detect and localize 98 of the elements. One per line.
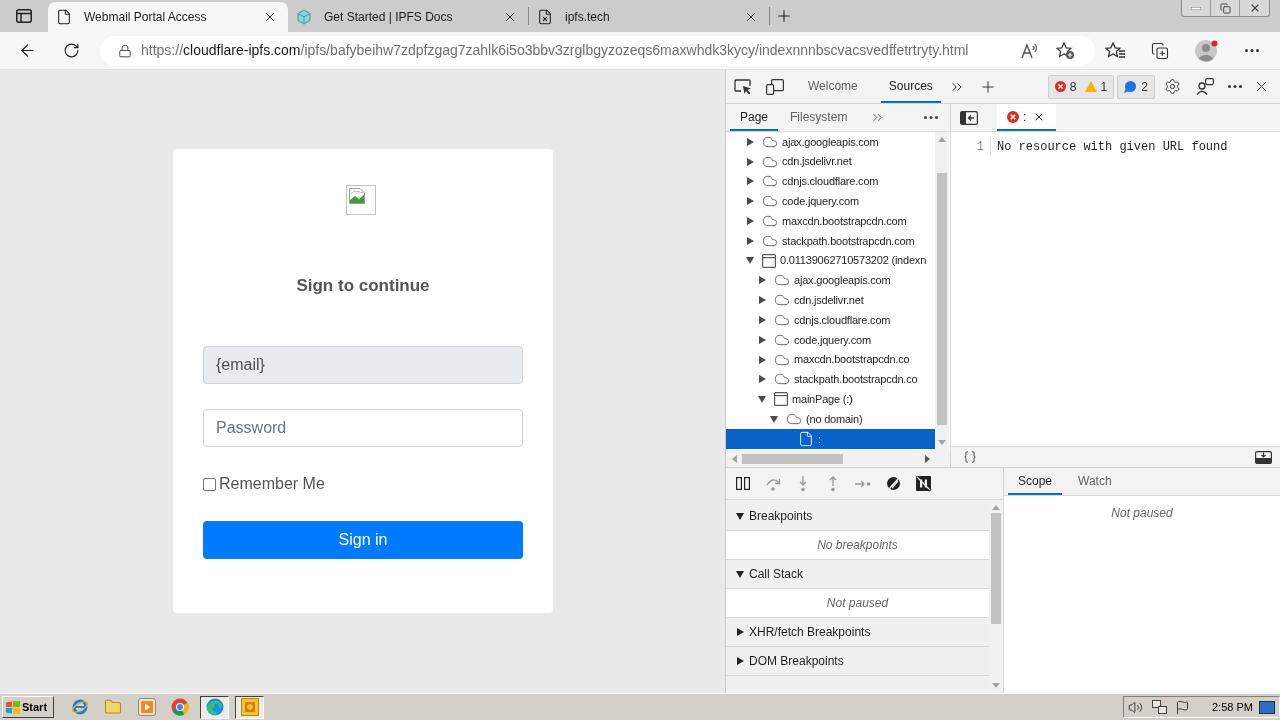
tree-item[interactable]: 0.01139062710573202 (indexn xyxy=(726,250,935,271)
star-plus-icon xyxy=(1055,41,1075,60)
avatar-icon xyxy=(1195,38,1219,63)
remember-checkbox[interactable] xyxy=(203,477,216,491)
url-text: https://cloudflare-ipfs.com/ipfs/bafybeihw7zdpfzgag7zahlk6i5o3bbv3zrglbgyzozeqs6maxwhdk3kycy/indexnnnbscvacsvedffetrtryty.html xyxy=(141,41,969,60)
scrollbar-thumb[interactable] xyxy=(937,173,947,425)
step-over-icon xyxy=(765,476,781,491)
taskbar-app-button[interactable] xyxy=(200,695,229,719)
tree-item[interactable]: maxcdn.bootstrapcdn.com xyxy=(726,211,935,231)
media-player-icon xyxy=(138,698,156,716)
empty-message: Not paused xyxy=(1111,505,1173,522)
start-logo-icon xyxy=(6,700,20,714)
devices-icon xyxy=(766,78,784,95)
panel-tab[interactable]: Page xyxy=(730,104,779,131)
address-bar[interactable]: https://cloudflare-ipfs.com/ipfs/bafybeihw7zdpfzgag7zahlk6i5o3bbv3zrglbgyzozeqs6maxwhdk3kycy/indexnnnbscvacsvedffetrtryty.html xyxy=(100,35,1095,66)
issues-button[interactable]: 8 1 xyxy=(1047,74,1115,99)
flag-icon xyxy=(1175,699,1190,715)
round-logo-icon xyxy=(171,698,189,716)
clock: 2:58 PM xyxy=(1212,699,1253,715)
step-icon xyxy=(855,478,871,489)
password-field[interactable]: Password xyxy=(203,409,523,447)
remember-label: Remember Me xyxy=(219,474,325,494)
inspect-icon xyxy=(734,78,752,95)
speaker-icon xyxy=(1128,699,1143,715)
minimize-icon xyxy=(1191,6,1201,10)
taskbar-app-button[interactable] xyxy=(235,695,264,719)
sign-in-heading: Sign to continue xyxy=(295,275,431,297)
close-icon xyxy=(503,10,517,24)
slashed-circle-icon xyxy=(885,476,901,491)
code-line: No resource with given URL found xyxy=(996,138,1228,156)
reload-icon xyxy=(62,42,80,59)
browser-e-icon xyxy=(71,698,89,716)
drawer-icon xyxy=(1254,450,1272,464)
more-icon xyxy=(1227,85,1242,88)
panel-tab[interactable]: Watch xyxy=(1068,468,1122,495)
message-icon xyxy=(1124,80,1137,93)
plus-icon xyxy=(775,7,793,25)
pause-exceptions-icon xyxy=(915,476,931,491)
window-icon xyxy=(762,253,776,268)
tree-item[interactable]: ajax.googleapis.com xyxy=(726,270,935,291)
tree-item[interactable]: : xyxy=(726,428,935,449)
show-desktop-icon xyxy=(1259,700,1275,714)
scrollbar-thumb[interactable] xyxy=(991,513,1001,624)
file-icon xyxy=(798,430,814,447)
collections-icon xyxy=(1151,41,1169,60)
settings-icon xyxy=(1164,78,1182,95)
scrollbar-thumb[interactable] xyxy=(742,453,843,464)
more-icon xyxy=(1245,49,1259,52)
close-icon xyxy=(263,10,277,24)
tree-item[interactable]: ajax.googleapis.com xyxy=(726,132,935,152)
window-menu-icon xyxy=(16,9,32,23)
sign-in-button[interactable]: Sign in xyxy=(203,521,523,559)
panel-tab[interactable]: Filesystem xyxy=(780,104,858,131)
warning-icon xyxy=(1084,81,1097,92)
tree-item[interactable]: cdn.jsdelivr.net xyxy=(726,290,935,311)
tree-item[interactable]: cdn.jsdelivr.net xyxy=(726,151,935,172)
swirl-logo-icon xyxy=(205,698,224,716)
start-button[interactable]: Start xyxy=(2,696,54,718)
panel-tab[interactable]: Welcome xyxy=(800,70,866,103)
line-number: 1 xyxy=(951,137,991,156)
empty-message: No breakpoints xyxy=(726,531,989,560)
show-drawer-button[interactable] xyxy=(1252,448,1274,466)
editor-tab[interactable]: : xyxy=(997,104,1057,131)
page-icon xyxy=(56,9,72,25)
tree-item[interactable]: mainPage (:) xyxy=(726,389,935,410)
messages-button[interactable]: 2 xyxy=(1117,74,1155,99)
network-icon xyxy=(1152,699,1168,715)
restore-icon xyxy=(1219,2,1231,14)
tree-item[interactable]: cdnjs.cloudflare.com xyxy=(726,171,935,192)
tree-item[interactable]: (no domain) xyxy=(726,409,935,429)
tree-item[interactable]: cdnjs.cloudflare.com xyxy=(726,310,935,330)
more-icon xyxy=(924,116,938,119)
step-out-icon xyxy=(828,475,838,492)
step-into-icon xyxy=(798,475,808,492)
folder-icon xyxy=(104,698,122,716)
cube-icon xyxy=(296,9,312,25)
person-bubble-icon xyxy=(1195,78,1214,95)
scroll-right-icon[interactable] xyxy=(925,454,930,463)
browser-tab[interactable]: Webmail Portal Access xyxy=(48,2,288,32)
read-aloud-icon xyxy=(1021,42,1039,59)
tree-item[interactable]: stackpath.bootstrapcdn.co xyxy=(726,369,935,390)
lock-icon xyxy=(118,43,132,58)
tree-item[interactable]: code.jquery.com xyxy=(726,191,935,212)
file-error-icon xyxy=(537,9,553,25)
error-icon xyxy=(1054,81,1066,92)
tree-item[interactable]: stackpath.bootstrapcdn.com xyxy=(726,231,935,251)
empty-message: Not paused xyxy=(726,589,989,618)
broken-image-icon xyxy=(346,185,376,215)
tree-item[interactable]: maxcdn.bootstrapcdn.co xyxy=(726,349,935,370)
star-list-icon xyxy=(1105,42,1125,59)
pause-icon xyxy=(736,477,750,490)
window-icon xyxy=(774,392,788,407)
panel-tab[interactable]: Scope xyxy=(1008,468,1063,495)
app-tile-icon xyxy=(240,698,259,716)
tree-item[interactable]: code.jquery.com xyxy=(726,329,935,350)
panel-toggle-icon xyxy=(960,110,978,125)
braces-icon xyxy=(963,450,977,464)
close-icon xyxy=(744,10,758,24)
